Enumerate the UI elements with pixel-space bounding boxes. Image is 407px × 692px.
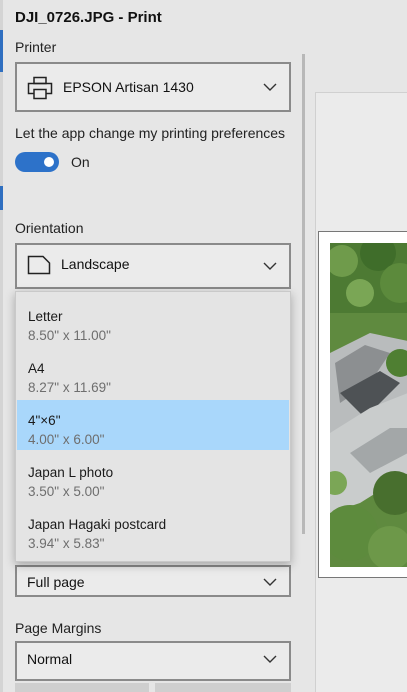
paper-option-size: 8.50" x 11.00": [28, 328, 111, 343]
chevron-down-icon: [263, 655, 277, 663]
left-edge-accent: [0, 30, 3, 72]
paper-option-size: 8.27" x 11.69": [28, 380, 111, 395]
paper-option-japan-hagaki-postcard[interactable]: Japan Hagaki postcard 3.94" x 5.83": [17, 504, 289, 554]
paper-size-dropdown: Letter 8.50" x 11.00" A4 8.27" x 11.69" …: [15, 291, 291, 562]
printer-select-value: EPSON Artisan 1430: [63, 79, 194, 95]
left-edge-accent: [0, 186, 3, 210]
paper-option-name: Letter: [28, 309, 63, 324]
printer-icon: [27, 76, 53, 100]
page-margins-label: Page Margins: [15, 620, 102, 636]
chevron-down-icon: [263, 578, 277, 586]
orientation-select-value: Landscape: [61, 256, 130, 272]
paper-option-size: 3.94" x 5.83": [28, 536, 105, 551]
paper-option-name: A4: [28, 361, 45, 376]
paper-option-name: 4"×6": [28, 413, 61, 428]
preview-photo: [330, 243, 407, 567]
preferences-label: Let the app change my printing preferenc…: [15, 125, 286, 141]
paper-option-japan-l-photo[interactable]: Japan L photo 3.50" x 5.00": [17, 452, 289, 502]
paper-option-letter[interactable]: Letter 8.50" x 11.00": [17, 296, 289, 346]
window-title: DJI_0726.JPG - Print: [15, 9, 162, 26]
printer-label: Printer: [15, 39, 57, 55]
paper-option-name: Japan L photo: [28, 465, 114, 480]
orientation-label: Orientation: [15, 220, 84, 236]
preferences-toggle-state: On: [71, 154, 90, 170]
printer-select[interactable]: EPSON Artisan 1430: [15, 62, 291, 112]
page-margins-select[interactable]: Normal: [15, 641, 291, 681]
paper-option-name: Japan Hagaki postcard: [28, 517, 167, 532]
preview-paper: [318, 231, 407, 578]
paper-option-size: 3.50" x 5.00": [28, 484, 105, 499]
print-button[interactable]: [15, 683, 149, 692]
paper-option-4x6[interactable]: 4"×6" 4.00" x 6.00": [17, 400, 289, 450]
preferences-toggle[interactable]: [15, 152, 59, 172]
cancel-button[interactable]: [155, 683, 291, 692]
paper-option-a4[interactable]: A4 8.27" x 11.69": [17, 348, 289, 398]
settings-scrollbar[interactable]: [302, 54, 305, 534]
paper-option-size: 4.00" x 6.00": [28, 432, 105, 447]
chevron-down-icon: [263, 83, 277, 91]
landscape-page-icon: [27, 255, 51, 275]
orientation-select[interactable]: Landscape: [15, 243, 291, 289]
chevron-down-icon: [263, 262, 277, 270]
photo-size-select-value: Full page: [27, 574, 85, 590]
page-margins-select-value: Normal: [27, 651, 73, 667]
left-edge-strip: [0, 0, 3, 692]
toggle-knob: [44, 157, 54, 167]
photo-size-select[interactable]: Full page: [15, 565, 291, 597]
photo-thumbnail: [330, 243, 407, 567]
